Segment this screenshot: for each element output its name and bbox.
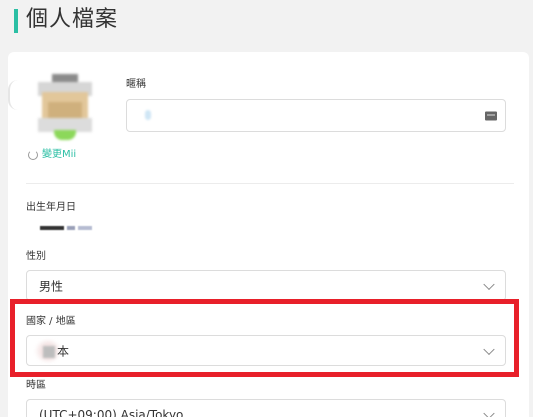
gender-value: 男性 [39, 279, 64, 293]
avatar-frame-arc [8, 80, 18, 110]
chevron-down-icon [483, 278, 495, 290]
nickname-label: 暱稱 [126, 79, 146, 90]
avatar[interactable] [38, 74, 92, 140]
nickname-input[interactable] [126, 99, 506, 132]
id-card-icon[interactable] [485, 111, 497, 120]
timezone-label: 時區 [26, 380, 46, 391]
gender-label: 性別 [26, 251, 46, 262]
chevron-down-icon [483, 407, 495, 417]
section-divider [26, 183, 514, 184]
avatar-section [8, 74, 98, 140]
title-accent-bar [14, 9, 18, 33]
page-title: 個人檔案 [26, 7, 119, 32]
birthdate-value-redacted [40, 226, 92, 232]
refresh-icon [28, 150, 38, 160]
text-cursor-mark [145, 110, 151, 120]
page-header: 個人檔案 [0, 0, 533, 46]
timezone-value: (UTC+09:00) Asia/Tokyo [39, 407, 184, 417]
change-avatar-label: 變更Mii [42, 149, 77, 160]
change-avatar-link[interactable]: 變更Mii [28, 148, 76, 162]
birthdate-label: 出生年月日 [26, 202, 76, 213]
timezone-select[interactable]: (UTC+09:00) Asia/Tokyo [26, 399, 506, 417]
gender-select[interactable]: 男性 [26, 270, 506, 301]
highlight-annotation-box [10, 299, 519, 377]
